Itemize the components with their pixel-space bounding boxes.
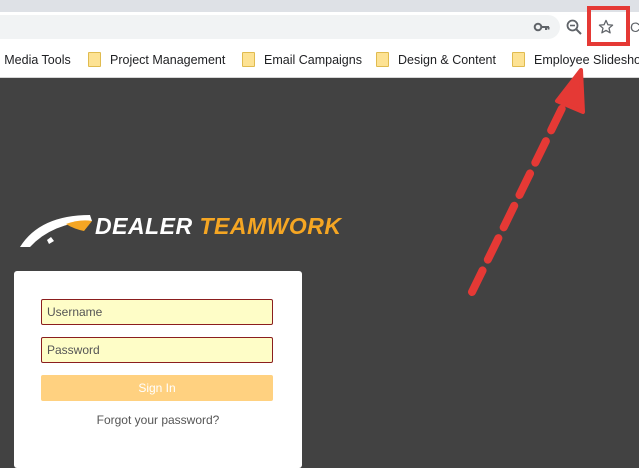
forgot-password-link[interactable]: Forgot your password? <box>14 413 302 427</box>
login-card: Sign In Forgot your password? <box>14 271 302 468</box>
brand-logo-text: DEALER TEAMWORK <box>95 213 341 240</box>
username-input[interactable] <box>41 299 273 325</box>
password-input[interactable] <box>41 337 273 363</box>
logo-word-teamwork: TEAMWORK <box>199 213 342 239</box>
sign-in-button[interactable]: Sign In <box>41 375 273 401</box>
logo-word-dealer: DEALER <box>95 213 193 239</box>
